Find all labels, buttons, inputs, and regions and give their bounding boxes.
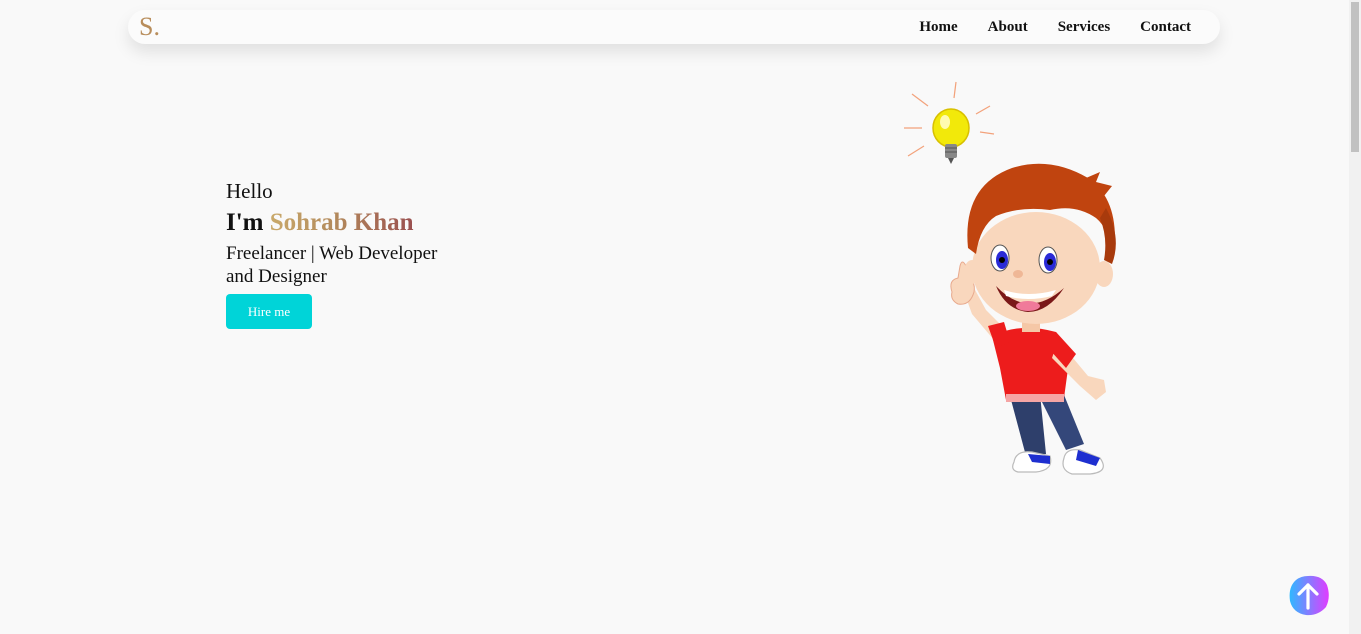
nav-link-about[interactable]: About [988, 19, 1028, 36]
nav-links: Home About Services Contact [919, 10, 1191, 44]
nav-link-contact[interactable]: Contact [1140, 19, 1191, 36]
navbar: S. Home About Services Contact [128, 10, 1220, 44]
logo[interactable]: S. [139, 12, 160, 42]
nav-link-services[interactable]: Services [1058, 19, 1110, 36]
hero-intro: I'm Sohrab Khan [226, 206, 486, 240]
lightbulb-icon [932, 108, 970, 164]
page: S. Home About Services Contact Hello I'm… [0, 0, 1361, 634]
scroll-to-top-button[interactable] [1288, 575, 1329, 616]
scrollbar-thumb[interactable] [1351, 2, 1359, 152]
nav-link-home[interactable]: Home [919, 19, 957, 36]
hero-name: Sohrab Khan [269, 209, 414, 236]
hero-section: Hello I'm Sohrab Khan Freelancer | Web D… [226, 178, 486, 329]
hero-tagline: Freelancer | Web Developer and Designer [226, 243, 438, 287]
hero-intro-prefix: I'm [226, 209, 270, 236]
hero-greeting: Hello [226, 179, 273, 203]
page-scrollbar[interactable] [1349, 0, 1361, 634]
boy-with-lightbulb-illustration [904, 81, 1116, 475]
hire-me-button[interactable]: Hire me [226, 294, 312, 329]
